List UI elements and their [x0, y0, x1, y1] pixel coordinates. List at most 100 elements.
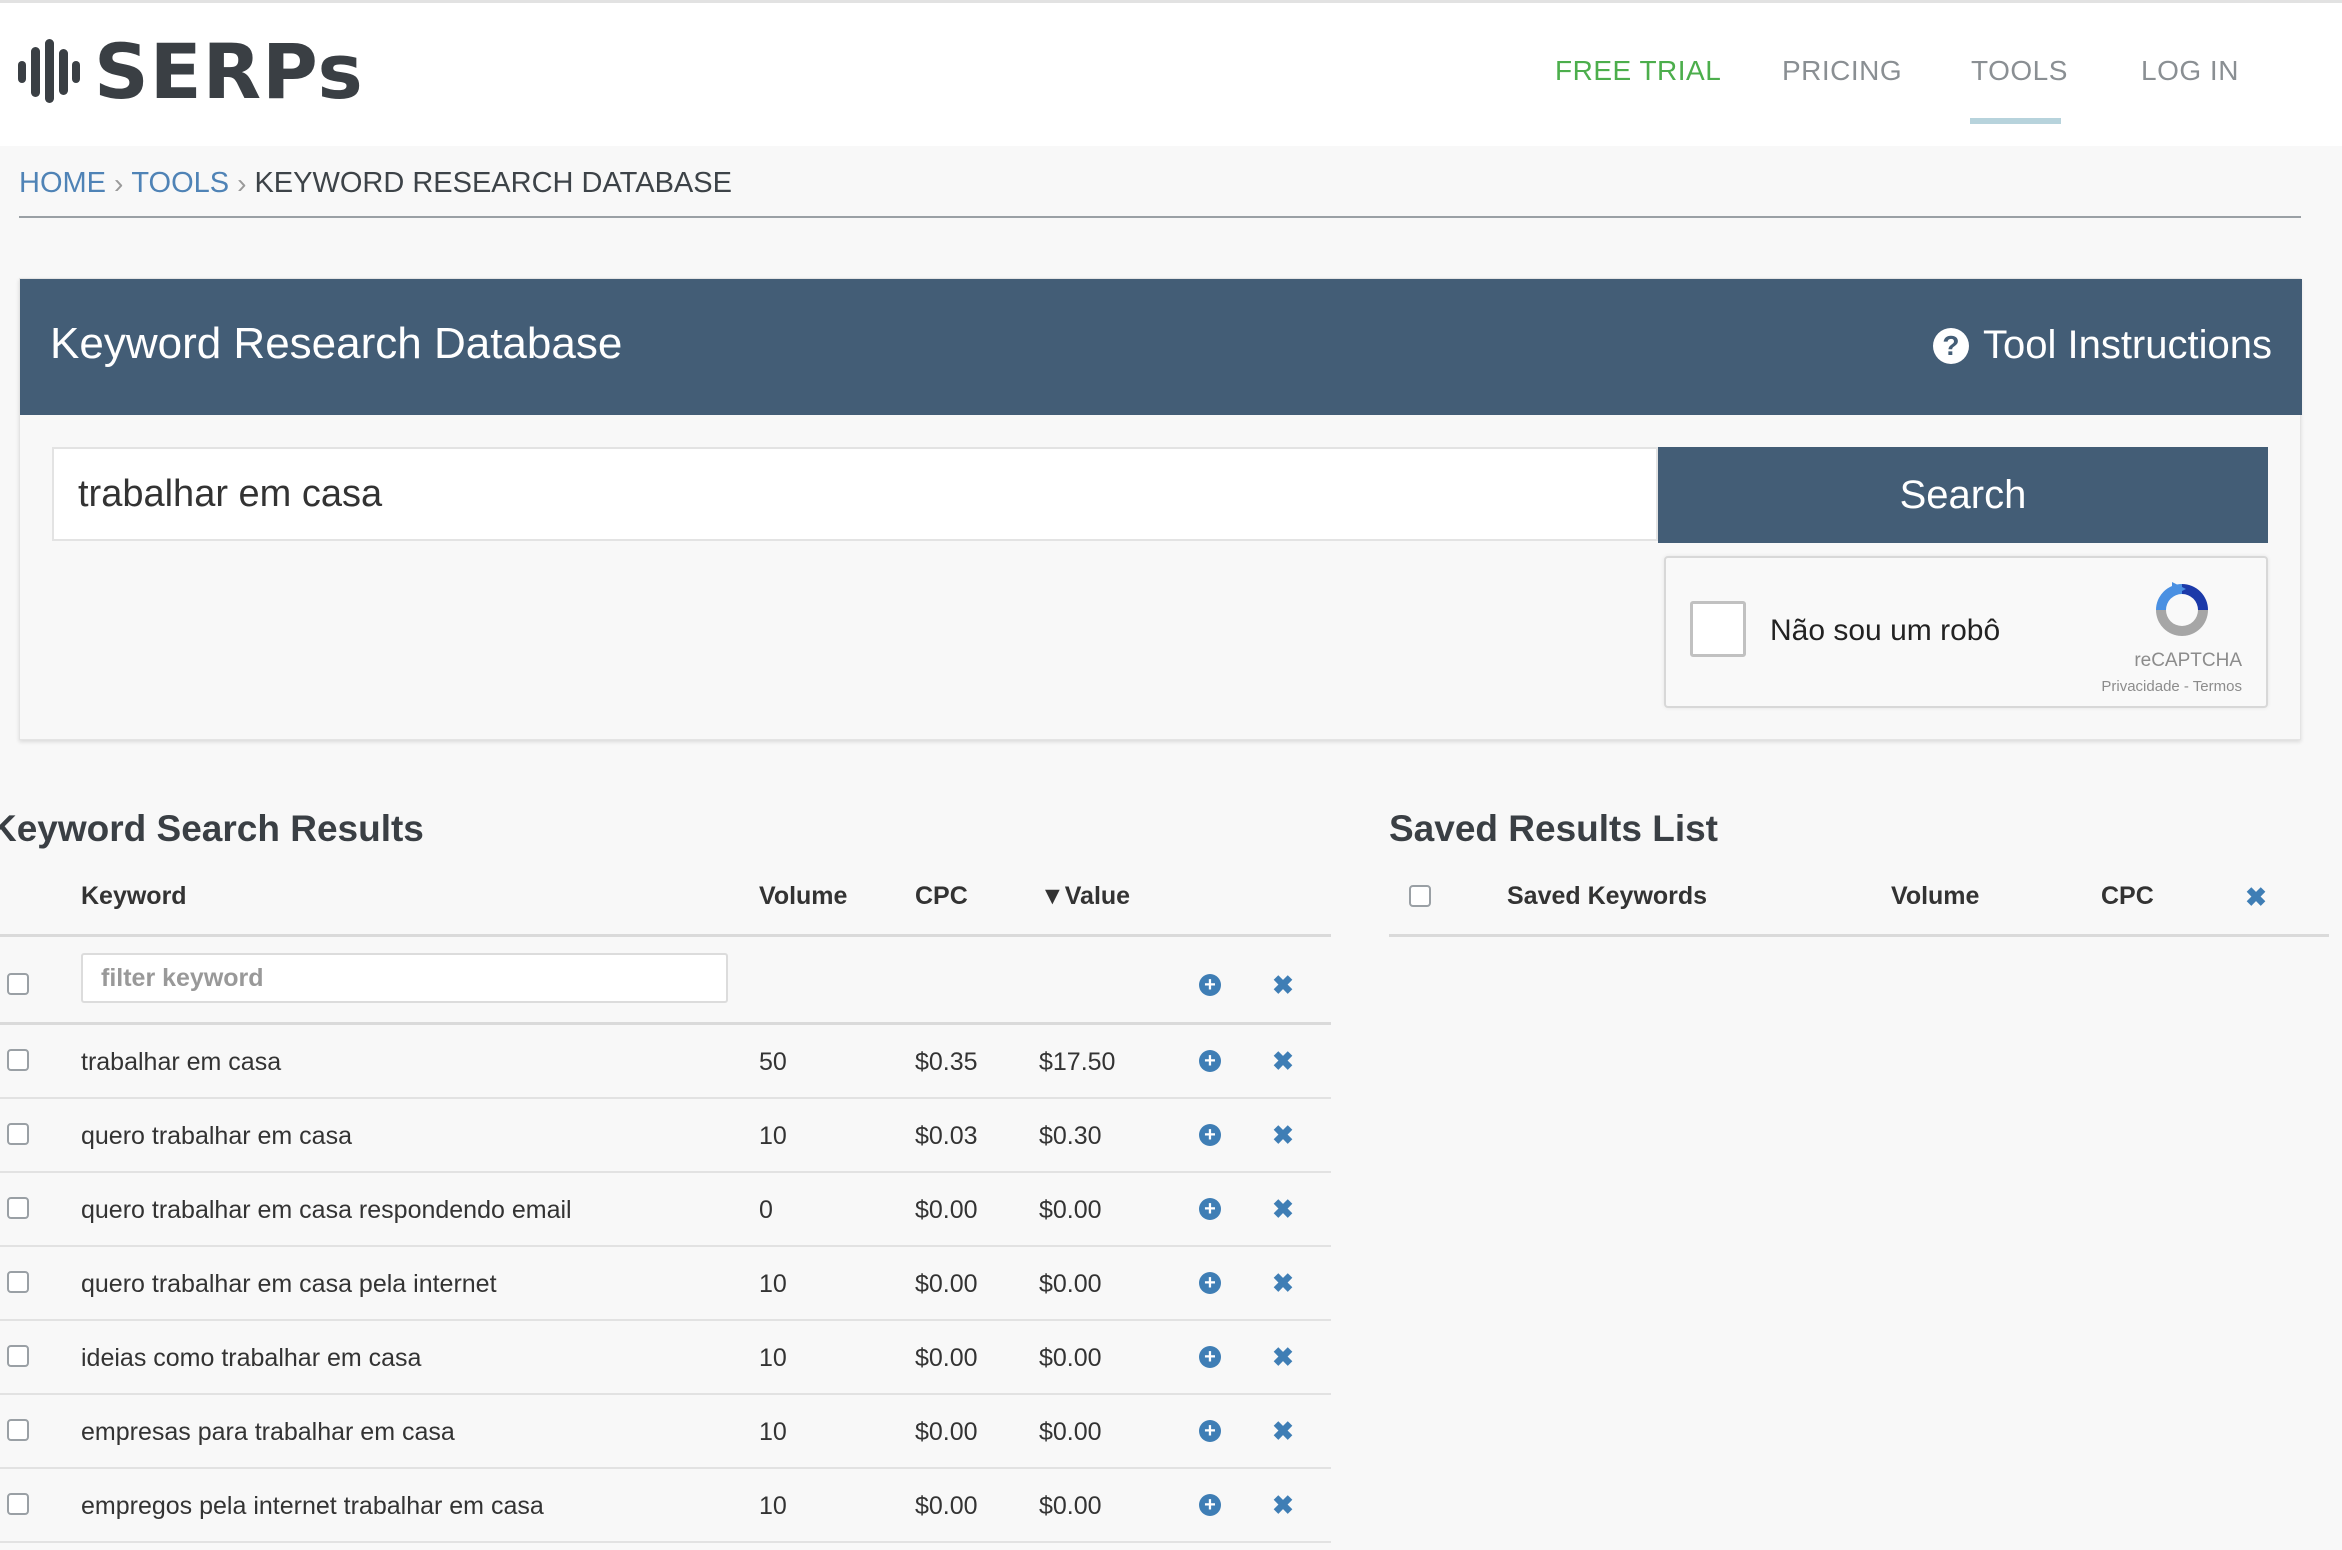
search-panel: Keyword Research Database ? Tool Instruc…: [19, 278, 2302, 740]
results-header-divider: [0, 934, 1331, 937]
recaptcha-terms-link[interactable]: Privacidade - Termos: [2101, 678, 2242, 695]
breadcrumb-separator-icon: ›: [114, 167, 124, 199]
question-circle-icon: ?: [1932, 327, 1969, 364]
keyword-search-input[interactable]: [52, 447, 1658, 541]
row-checkbox[interactable]: [7, 1419, 29, 1441]
row-value: $0.00: [1039, 1196, 1102, 1224]
row-volume: 10: [759, 1418, 787, 1446]
remove-keyword-x-icon[interactable]: ✖: [1272, 1196, 1294, 1222]
row-cpc: $0.00: [915, 1492, 978, 1520]
column-header-cpc[interactable]: CPC: [915, 882, 968, 911]
add-all-plus-circle-icon[interactable]: +: [1199, 974, 1221, 996]
saved-header-divider: [1389, 934, 2329, 937]
row-cpc: $0.00: [915, 1344, 978, 1372]
remove-keyword-x-icon[interactable]: ✖: [1272, 1122, 1294, 1148]
row-cpc: $0.35: [915, 1048, 978, 1076]
breadcrumb-separator-icon: ›: [237, 167, 247, 199]
clear-saved-x-icon[interactable]: ✖: [2245, 884, 2267, 910]
column-header-value[interactable]: ▼Value: [1040, 882, 1130, 911]
column-header-keyword[interactable]: Keyword: [81, 882, 187, 911]
row-value: $0.00: [1039, 1492, 1102, 1520]
nav-active-indicator: [1970, 118, 2061, 124]
row-divider: [0, 1319, 1331, 1321]
row-value: $0.00: [1039, 1344, 1102, 1372]
row-cpc: $0.00: [915, 1418, 978, 1446]
row-checkbox[interactable]: [7, 1197, 29, 1219]
row-cpc: $0.00: [915, 1196, 978, 1224]
row-value: $17.50: [1039, 1048, 1116, 1076]
column-header-saved-keywords[interactable]: Saved Keywords: [1507, 882, 1707, 911]
recaptcha-checkbox[interactable]: [1690, 601, 1746, 657]
row-keyword: trabalhar em casa: [81, 1048, 282, 1076]
row-checkbox[interactable]: [7, 1493, 29, 1515]
site-header: SERPs FREE TRIAL PRICING TOOLS LOG IN: [0, 3, 2342, 146]
filter-keyword-input[interactable]: [81, 953, 728, 1003]
remove-keyword-x-icon[interactable]: ✖: [1272, 1270, 1294, 1296]
nav-login[interactable]: LOG IN: [2141, 55, 2239, 87]
add-keyword-plus-circle-icon[interactable]: +: [1199, 1198, 1221, 1220]
breadcrumb-divider: [19, 216, 2301, 218]
row-divider: [0, 1393, 1331, 1395]
add-keyword-plus-circle-icon[interactable]: +: [1199, 1346, 1221, 1368]
row-checkbox[interactable]: [7, 1049, 29, 1071]
column-header-saved-cpc[interactable]: CPC: [2101, 882, 2154, 911]
row-divider: [0, 1097, 1331, 1099]
row-volume: 10: [759, 1122, 787, 1150]
remove-keyword-x-icon[interactable]: ✖: [1272, 1344, 1294, 1370]
row-divider: [0, 1245, 1331, 1247]
remove-keyword-x-icon[interactable]: ✖: [1272, 1048, 1294, 1074]
row-checkbox[interactable]: [7, 1123, 29, 1145]
row-divider: [0, 1541, 1331, 1543]
row-keyword: quero trabalhar em casa pela internet: [81, 1270, 497, 1298]
search-button[interactable]: Search: [1658, 447, 2268, 543]
row-volume: 10: [759, 1492, 787, 1520]
saved-title: Saved Results List: [1389, 808, 1719, 849]
filter-divider: [0, 1022, 1331, 1025]
nav-pricing[interactable]: PRICING: [1782, 55, 1902, 87]
nav-free-trial[interactable]: FREE TRIAL: [1555, 55, 1721, 87]
saved-select-all-checkbox[interactable]: [1409, 885, 1431, 907]
breadcrumb-current: KEYWORD RESEARCH DATABASE: [254, 167, 732, 199]
serps-logo[interactable]: SERPs: [18, 21, 364, 121]
column-header-saved-volume[interactable]: Volume: [1891, 882, 1979, 911]
logo-bars-icon: [18, 39, 80, 103]
row-cpc: $0.00: [915, 1270, 978, 1298]
row-divider: [0, 1467, 1331, 1469]
recaptcha-widget: Não sou um robô reCAPTCHA Privacidade - …: [1664, 556, 2268, 708]
row-checkbox[interactable]: [7, 1271, 29, 1293]
remove-keyword-x-icon[interactable]: ✖: [1272, 1492, 1294, 1518]
logo-text: SERPs: [94, 26, 364, 116]
row-volume: 10: [759, 1344, 787, 1372]
select-all-checkbox[interactable]: [7, 973, 29, 995]
remove-keyword-x-icon[interactable]: ✖: [1272, 1418, 1294, 1444]
row-checkbox[interactable]: [7, 1345, 29, 1367]
row-value: $0.00: [1039, 1270, 1102, 1298]
breadcrumb-tools[interactable]: TOOLS: [131, 167, 229, 200]
results-title: Keyword Search Results: [0, 808, 424, 849]
row-value: $0.00: [1039, 1418, 1102, 1446]
recaptcha-logo-icon: [2156, 582, 2208, 636]
add-keyword-plus-circle-icon[interactable]: +: [1199, 1124, 1221, 1146]
row-keyword: quero trabalhar em casa: [81, 1122, 352, 1150]
row-value: $0.30: [1039, 1122, 1102, 1150]
column-header-volume[interactable]: Volume: [759, 882, 847, 911]
panel-header: Keyword Research Database ? Tool Instruc…: [20, 279, 2302, 415]
breadcrumb: HOME › TOOLS › KEYWORD RESEARCH DATABASE: [19, 167, 732, 200]
add-keyword-plus-circle-icon[interactable]: +: [1199, 1050, 1221, 1072]
breadcrumb-home[interactable]: HOME: [19, 167, 106, 200]
add-keyword-plus-circle-icon[interactable]: +: [1199, 1420, 1221, 1442]
row-keyword: quero trabalhar em casa respondendo emai…: [81, 1196, 572, 1224]
remove-all-x-icon[interactable]: ✖: [1272, 972, 1294, 998]
page-title: Keyword Research Database: [50, 319, 623, 368]
row-volume: 10: [759, 1270, 787, 1298]
recaptcha-label: Não sou um robô: [1770, 614, 2001, 647]
row-volume: 0: [759, 1196, 773, 1224]
row-keyword: empregos pela internet trabalhar em casa: [81, 1492, 544, 1520]
nav-tools[interactable]: TOOLS: [1971, 55, 2068, 87]
tool-instructions-link[interactable]: ? Tool Instructions: [1932, 323, 2272, 368]
tool-instructions-label: Tool Instructions: [1982, 323, 2272, 367]
add-keyword-plus-circle-icon[interactable]: +: [1199, 1272, 1221, 1294]
recaptcha-brand: reCAPTCHA: [2134, 650, 2242, 671]
row-keyword: empresas para trabalhar em casa: [81, 1418, 455, 1446]
add-keyword-plus-circle-icon[interactable]: +: [1199, 1494, 1221, 1516]
